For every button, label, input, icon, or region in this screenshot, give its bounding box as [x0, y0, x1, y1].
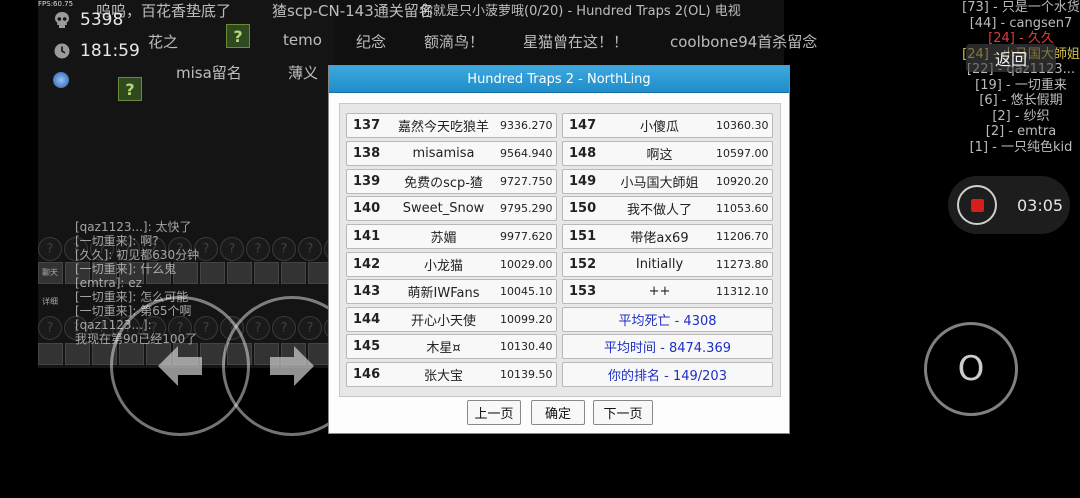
danmaku-text: 额滴鸟！ — [424, 33, 485, 51]
leaderboard-row: 137 嘉然今天吃狼羊 9336.270 — [346, 113, 557, 138]
chat-label: 聊天 — [42, 268, 58, 277]
leaderboard-row: 152 Initially 11273.80 — [562, 252, 773, 277]
prev-page-button[interactable]: 上一页 — [467, 400, 521, 425]
danmaku-text: 呜呜，百花香垫底了 — [96, 2, 232, 20]
leaderboard-row: 151 带佬ax69 11206.70 — [562, 224, 773, 249]
back-button[interactable]: 返回 — [966, 44, 1056, 72]
record-stop-icon — [970, 198, 984, 212]
danmaku-text: 猹scp-CN-143通关留名 — [272, 2, 434, 20]
jump-button[interactable]: O — [924, 322, 1018, 416]
chat-line: [一切重来]: 啊? — [75, 234, 159, 248]
leaderboard-row: 146 张大宝 10139.50 — [346, 362, 557, 387]
leaderboard-row: 140 Sweet_Snow 9795.290 — [346, 196, 557, 221]
ranking-item: [73] - 只是一个水货 — [962, 0, 1080, 15]
arrow-left-icon — [158, 346, 202, 386]
leaderboard-row: 147 小傻瓜 10360.30 — [562, 113, 773, 138]
average-deaths: 平均死亡 - 4308 — [562, 307, 773, 332]
leaderboard-row: 144 开心小天使 10099.20 — [346, 307, 557, 332]
danmaku-text: 你就是只小菠萝哦(0/20) - Hundred Traps 2(OL) 电视 — [420, 4, 741, 19]
question-block-icon: ? — [118, 77, 142, 101]
record-time: 03:05 — [1017, 195, 1064, 215]
clock-icon — [52, 41, 72, 61]
danmaku-text: 星猫曾在这！！ — [523, 33, 629, 51]
ranking-item: [6] - 悠长假期 — [979, 93, 1063, 108]
orb-icon — [53, 72, 69, 88]
ranking-item: [2] - 纱织 — [992, 108, 1050, 124]
danmaku-text: temo — [283, 31, 322, 49]
leaderboard-row: 148 啊这 10597.00 — [562, 141, 773, 166]
danmaku-text: 纪念 — [356, 33, 387, 51]
chat-line: [qaz1123...]: 太快了 — [75, 220, 192, 234]
danmaku-text: coolbone94首杀留念 — [670, 33, 818, 51]
leaderboard-dialog: Hundred Traps 2 - NorthLing 137 嘉然今天吃狼羊 93… — [328, 65, 790, 434]
your-rank: 你的排名 - 149/203 — [562, 362, 773, 387]
stop-record-button[interactable] — [957, 185, 997, 225]
danmaku-text: 花之 — [148, 33, 179, 51]
danmaku-text: 薄义 — [288, 64, 319, 82]
leaderboard-panel: 137 嘉然今天吃狼羊 9336.270 138 misamisa 9564.940 1… — [339, 103, 781, 397]
leaderboard-row: 150 我不做人了 11053.60 — [562, 196, 773, 221]
leaderboard-row: 139 免费のscp-猹 9727.750 — [346, 169, 557, 194]
danmaku-text: misa留名 — [176, 64, 242, 82]
next-page-button[interactable]: 下一页 — [593, 400, 653, 425]
online-ranking-list: [73] - 只是一个水货 [44] - cangsen7 [24] - 久久 … — [962, 0, 1080, 155]
ranking-item: [19] - 一切重来 — [975, 77, 1067, 93]
dialog-title: Hundred Traps 2 - NorthLing — [329, 66, 789, 93]
leaderboard-row: 142 小龙猫 10029.00 — [346, 252, 557, 277]
ranking-item: [44] - cangsen7 — [969, 15, 1073, 31]
leaderboard-row: 145 木星¤ 10130.40 — [346, 334, 557, 359]
chat-line: [久久]: 初见都630分钟 — [75, 248, 200, 262]
leaderboard-row: 153 ++ 11312.10 — [562, 279, 773, 304]
leaderboard-row: 149 小马国大師姐 10920.20 — [562, 169, 773, 194]
detail-label: 详细 — [42, 297, 58, 306]
question-block-icon: ? — [226, 24, 250, 48]
chat-line: [一切重来]: 什么鬼 — [75, 262, 177, 276]
chat-line: [emtra]: ez — [75, 276, 142, 290]
ranking-item: [1] - 一只纯色kid — [969, 139, 1073, 155]
ok-button[interactable]: 确定 — [531, 400, 585, 425]
average-time: 平均时间 - 8474.369 — [562, 334, 773, 359]
screen-recorder[interactable]: 03:05 — [948, 176, 1070, 234]
ranking-item: [2] - emtra — [985, 124, 1057, 139]
leaderboard-row: 138 misamisa 9564.940 — [346, 141, 557, 166]
skull-icon — [52, 10, 72, 30]
leaderboard-row: 141 苏媚 9977.620 — [346, 224, 557, 249]
fps-counter: FPS:60.75 — [38, 0, 74, 8]
time-counter: 181:59 — [52, 41, 140, 61]
leaderboard-row: 143 萌新IWFans 10045.10 — [346, 279, 557, 304]
arrow-right-icon — [270, 346, 314, 386]
